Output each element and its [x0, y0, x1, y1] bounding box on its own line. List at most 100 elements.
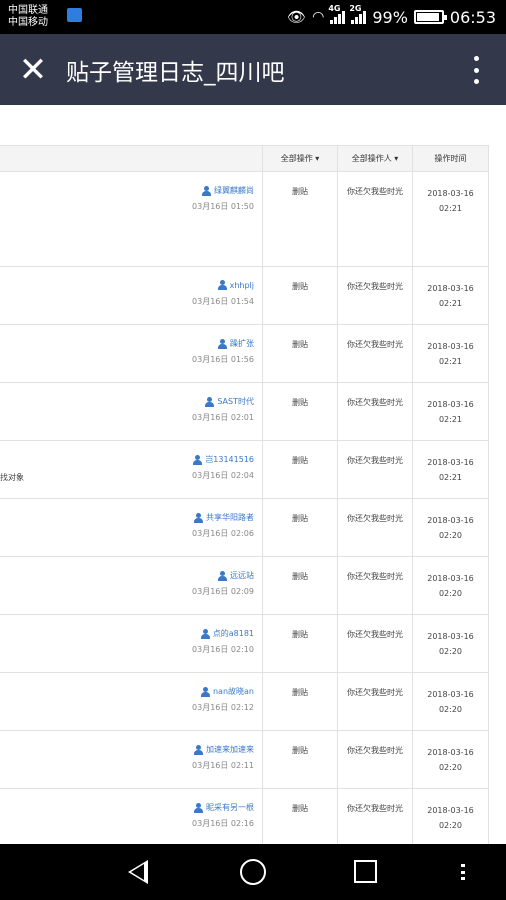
- action-cell: 删贴: [263, 499, 338, 556]
- post-snippet: 找对象: [0, 473, 24, 482]
- time-date: 2018-03-16: [427, 189, 474, 198]
- close-icon[interactable]: ✕: [0, 34, 66, 105]
- hd-call-icon: [67, 8, 82, 22]
- user-icon: [205, 396, 215, 407]
- post-author-link[interactable]: 加速来加速来: [194, 744, 254, 755]
- table-row: SAST时代 03月16日 02:01 删贴 你还欠我些时光 2018-03-1…: [0, 383, 488, 441]
- header-post-col: [0, 146, 263, 171]
- table-row: nan故晓an 03月16日 02:12 删贴 你还欠我些时光 2018-03-…: [0, 673, 488, 731]
- time-clock: 02:21: [438, 299, 463, 308]
- action-cell: 删贴: [263, 557, 338, 614]
- clock: 06:53: [449, 7, 496, 27]
- time-cell: 2018-03-16 02:20: [413, 615, 488, 672]
- carrier-info: 中国联通 中国移动: [8, 5, 48, 29]
- time-cell: 2018-03-16 02:20: [413, 789, 488, 844]
- author-name: 躁扩张: [230, 339, 254, 348]
- author-name: 加速来加速来: [206, 745, 254, 754]
- time-clock: 02:21: [438, 473, 463, 482]
- operator-cell: 你还欠我些时光: [338, 441, 413, 498]
- net-type-2: 2G: [349, 4, 362, 13]
- action-cell: 删贴: [263, 789, 338, 844]
- post-cell: 点的a8181 03月16日 02:10: [0, 615, 263, 672]
- net-type-1: 4G: [328, 4, 341, 13]
- time-cell: 2018-03-16 02:20: [413, 557, 488, 614]
- wifi-icon: ◠: [312, 9, 325, 25]
- recents-icon[interactable]: [354, 860, 377, 883]
- time-date: 2018-03-16: [427, 342, 474, 351]
- more-icon[interactable]: [461, 864, 465, 880]
- post-date: 03月16日 02:10: [192, 645, 254, 654]
- time-clock: 02:21: [438, 357, 463, 366]
- operator-cell: 你还欠我些时光: [338, 557, 413, 614]
- time-date: 2018-03-16: [427, 690, 474, 699]
- battery-percent: 99%: [372, 7, 408, 27]
- post-author-link[interactable]: 躁扩张: [218, 338, 254, 349]
- operator-cell: 你还欠我些时光: [338, 789, 413, 844]
- user-icon: [218, 338, 227, 349]
- post-author-link[interactable]: SAST时代: [205, 396, 254, 407]
- operator-cell: 你还欠我些时光: [338, 673, 413, 730]
- log-content: 全部操作 ▾ 全部操作人 ▾ 操作时间 绿翼麒麟尚 03月16日 01:50 删…: [0, 105, 506, 844]
- post-cell: 共享华阳路者 03月16日 02:06: [0, 499, 263, 556]
- time-cell: 2018-03-16 02:21: [413, 441, 488, 498]
- action-cell: 删贴: [263, 615, 338, 672]
- post-date: 03月16日 02:01: [192, 413, 254, 422]
- post-date: 03月16日 01:56: [192, 355, 254, 364]
- more-vert-icon[interactable]: [472, 56, 480, 84]
- post-author-link[interactable]: 点的a8181: [200, 628, 254, 639]
- author-name: 绿翼麒麟尚: [214, 186, 254, 195]
- author-name: 远远站: [230, 571, 254, 580]
- home-icon[interactable]: [240, 859, 266, 885]
- carrier-1: 中国联通: [8, 5, 48, 16]
- table-row: 远远站 03月16日 02:09 删贴 你还欠我些时光 2018-03-16 0…: [0, 557, 488, 615]
- time-date: 2018-03-16: [427, 400, 474, 409]
- time-clock: 02:20: [438, 647, 463, 656]
- operator-cell: 你还欠我些时光: [338, 499, 413, 556]
- user-icon: [194, 512, 203, 523]
- post-cell: 绿翼麒麟尚 03月16日 01:50: [0, 172, 263, 266]
- battery-icon: [413, 10, 447, 24]
- time-cell: 2018-03-16 02:21: [413, 267, 488, 324]
- table-row: 绿翼麒麟尚 03月16日 01:50 删贴 你还欠我些时光 2018-03-16…: [0, 172, 488, 267]
- page-title: 贴子管理日志_四川吧: [66, 59, 285, 86]
- filter-operator[interactable]: 全部操作人 ▾: [338, 146, 413, 171]
- post-author-link[interactable]: 远远站: [218, 570, 254, 581]
- action-cell: 删贴: [263, 172, 338, 266]
- back-icon[interactable]: [128, 860, 148, 884]
- post-author-link[interactable]: 绿翼麒麟尚: [202, 185, 254, 196]
- action-cell: 删贴: [263, 325, 338, 382]
- operator-cell: 你还欠我些时光: [338, 172, 413, 266]
- user-icon: [217, 280, 227, 290]
- log-table: 全部操作 ▾ 全部操作人 ▾ 操作时间 绿翼麒麟尚 03月16日 01:50 删…: [0, 145, 489, 844]
- time-clock: 02:21: [438, 415, 463, 424]
- time-date: 2018-03-16: [427, 574, 474, 583]
- author-name: SAST时代: [217, 397, 254, 406]
- time-cell: 2018-03-16 02:21: [413, 325, 488, 382]
- post-cell: 远远站 03月16日 02:09: [0, 557, 263, 614]
- title-bar: ✕ 贴子管理日志_四川吧: [0, 34, 506, 105]
- table-row: 昵采有另一根 03月16日 02:16 删贴 你还欠我些时光 2018-03-1…: [0, 789, 488, 844]
- author-name: 共享华阳路者: [206, 513, 254, 522]
- post-date: 03月16日 02:09: [192, 587, 254, 596]
- time-cell: 2018-03-16 02:21: [413, 383, 488, 440]
- user-icon: [193, 454, 203, 465]
- post-author-link[interactable]: xhhplj: [217, 280, 254, 290]
- table-header: 全部操作 ▾ 全部操作人 ▾ 操作时间: [0, 145, 488, 172]
- post-author-link[interactable]: 共享华阳路者: [194, 512, 254, 523]
- post-author-link[interactable]: 岂13141516: [193, 454, 254, 465]
- nav-bar: [0, 844, 506, 900]
- time-clock: 02:20: [438, 705, 463, 714]
- table-body: 绿翼麒麟尚 03月16日 01:50 删贴 你还欠我些时光 2018-03-16…: [0, 172, 488, 844]
- operator-cell: 你还欠我些时光: [338, 615, 413, 672]
- time-cell: 2018-03-16 02:21: [413, 172, 488, 266]
- post-author-link[interactable]: 昵采有另一根: [194, 802, 254, 813]
- post-date: 03月16日 02:06: [192, 529, 254, 538]
- signal-icon-2: 2G: [349, 4, 367, 24]
- time-clock: 02:20: [438, 821, 463, 830]
- table-row: 找对象 岂13141516 03月16日 02:04 删贴 你还欠我些时光 20…: [0, 441, 488, 499]
- post-author-link[interactable]: nan故晓an: [200, 686, 254, 697]
- author-name: 点的a8181: [212, 629, 254, 638]
- operator-cell: 你还欠我些时光: [338, 325, 413, 382]
- time-cell: 2018-03-16 02:20: [413, 731, 488, 788]
- filter-operation[interactable]: 全部操作 ▾: [263, 146, 338, 171]
